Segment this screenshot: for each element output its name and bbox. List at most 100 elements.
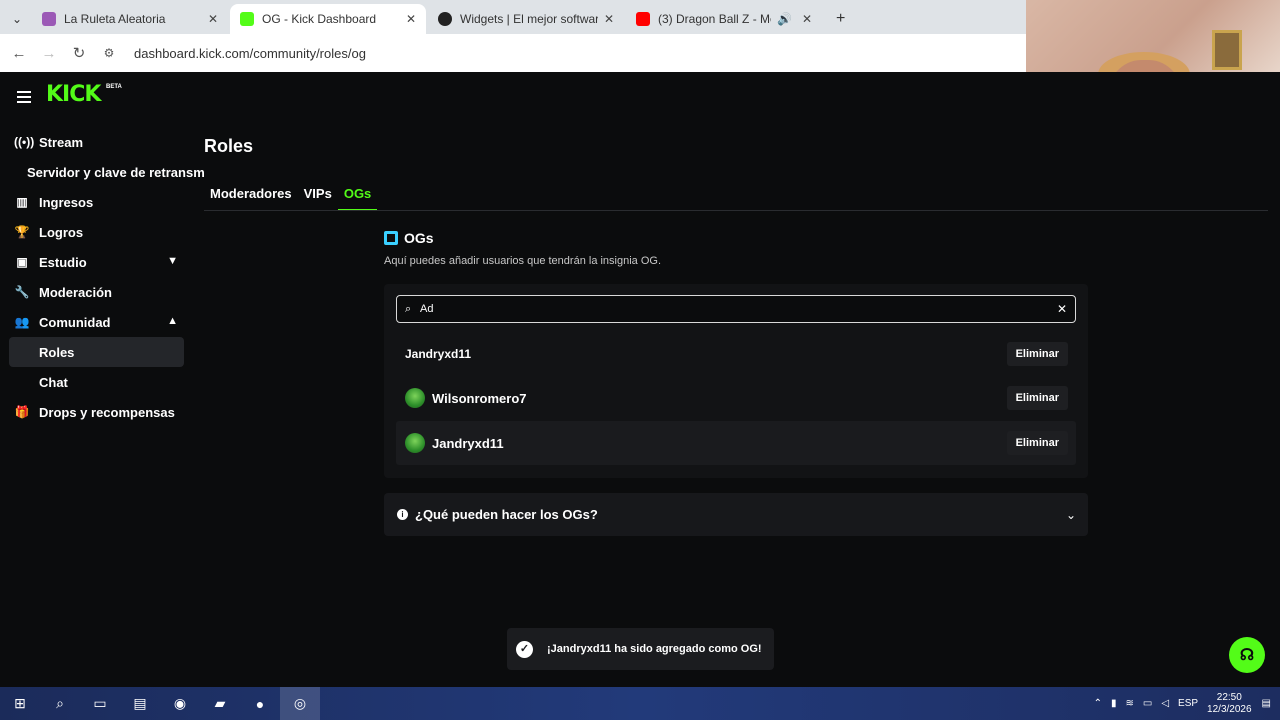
kick-logo[interactable]: KICK (46, 82, 101, 107)
sidebar-item-logros[interactable]: 🏆 Logros (0, 217, 200, 247)
close-icon[interactable]: ✕ (406, 12, 416, 26)
chrome-icon[interactable]: ◎ (280, 687, 320, 720)
search-input[interactable]: ⌕ Ad ✕ (396, 295, 1076, 323)
eliminar-button[interactable]: Eliminar (1006, 342, 1068, 366)
og-section-header: OGs (384, 230, 434, 246)
search-result-row[interactable]: Jandryxd11 Eliminar (396, 332, 1076, 376)
reload-icon[interactable]: ↻ (64, 44, 94, 62)
forward-arrow-icon[interactable]: → (34, 45, 64, 62)
obs-icon[interactable]: ● (240, 687, 280, 720)
tab-moderadores[interactable]: Moderadores (204, 182, 298, 211)
sidebar-item-label: Chat (39, 374, 68, 390)
language-indicator[interactable]: ESP (1178, 698, 1198, 709)
sidebar-item-estudio[interactable]: ▣ Estudio ▼ (0, 247, 200, 277)
folder-icon[interactable]: ▰ (200, 687, 240, 720)
page-title: Roles (204, 136, 254, 156)
tab-label: OG - Kick Dashboard (262, 12, 377, 26)
ruleta-favicon-icon (42, 12, 56, 26)
user-name: Wilsonromero7 (432, 390, 527, 406)
tab-list-button[interactable]: ⌄ (2, 4, 30, 34)
notifications-icon[interactable]: ▤ (1262, 698, 1271, 709)
eliminar-button[interactable]: Eliminar (1006, 386, 1068, 410)
site-info-icon[interactable]: ⚙ (94, 46, 124, 60)
sidebar-item-server-key[interactable]: Servidor y clave de retransm (0, 157, 205, 187)
clock[interactable]: 22:50 12/3/2026 (1207, 692, 1252, 716)
back-arrow-icon[interactable]: ← (4, 45, 34, 62)
og-section-title: OGs (404, 230, 434, 246)
broadcast-icon: ((•)) (14, 135, 35, 149)
gift-icon: 🎁 (14, 405, 30, 419)
clear-icon[interactable]: ✕ (1057, 302, 1067, 316)
sidebar-item-comunidad[interactable]: 👥 Comunidad ▲ (0, 307, 200, 337)
roles-tabs: Moderadores VIPs OGs (204, 182, 378, 211)
people-icon: 👥 (14, 315, 30, 329)
menu-icon[interactable] (17, 91, 31, 106)
battery-icon[interactable]: ▭ (1143, 698, 1152, 709)
studio-icon: ▣ (16, 255, 28, 269)
sidebar: ((•)) Stream Servidor y clave de retrans… (0, 127, 205, 427)
windows-start-icon[interactable]: ⊞ (0, 687, 40, 720)
close-icon[interactable]: ✕ (604, 12, 614, 26)
search-value[interactable]: Ad (420, 303, 1057, 315)
task-view-icon[interactable]: ▭ (80, 687, 120, 720)
tab-widgets[interactable]: Widgets | El mejor software para ✕ (428, 4, 624, 34)
system-tray: ⌃ ▮ ≋ ▭ ◁ ESP 22:50 12/3/2026 ▤ (1094, 687, 1280, 720)
beta-badge: BETA (106, 84, 122, 90)
sidebar-item-stream[interactable]: ((•)) Stream (0, 127, 200, 157)
faq-label: ¿Qué pueden hacer los OGs? (415, 507, 598, 522)
search-icon: ⌕ (405, 302, 412, 315)
browser-tab-bar: ⌄ La Ruleta Aleatoria ✕ OG - Kick Dashbo… (0, 0, 1026, 34)
chevron-up-icon: ▲ (167, 315, 178, 327)
tab-kick-dashboard[interactable]: OG - Kick Dashboard ✕ (230, 4, 426, 34)
og-user-row: Jandryxd11 Eliminar (396, 421, 1076, 465)
youtube-favicon-icon (636, 12, 650, 26)
tab-ruleta[interactable]: La Ruleta Aleatoria ✕ (32, 4, 228, 34)
help-chat-button[interactable]: ☊ (1229, 637, 1265, 673)
tab-ogs[interactable]: OGs (337, 182, 378, 211)
clock-time: 22:50 (1216, 691, 1242, 703)
url-field[interactable]: dashboard.kick.com/community/roles/og (134, 46, 366, 61)
sidebar-item-label: Ingresos (39, 194, 94, 210)
tab-label: Widgets | El mejor software para (460, 12, 598, 26)
widgets-favicon-icon (438, 12, 452, 26)
tab-label: (3) Dragon Ball Z - Mejor M (658, 12, 771, 26)
close-icon[interactable]: ✕ (802, 12, 812, 26)
volume-icon[interactable]: ◁ (1161, 698, 1169, 709)
avatar (405, 433, 425, 453)
toast-message: ¡Jandryxd11 ha sido agregado como OG! (547, 643, 762, 655)
eliminar-button[interactable]: Eliminar (1006, 431, 1068, 455)
discord-icon[interactable]: ◉ (160, 687, 200, 720)
chevron-down-icon: ⌄ (1065, 507, 1076, 522)
sidebar-item-moderacion[interactable]: 🔧 Moderación (0, 277, 200, 307)
wifi-icon[interactable]: ≋ (1125, 698, 1133, 709)
search-icon[interactable]: ⌕ (40, 687, 80, 720)
tray-chevron-icon[interactable]: ⌃ (1094, 698, 1102, 709)
success-toast: ✓ ¡Jandryxd11 ha sido agregado como OG! (507, 628, 774, 670)
sidebar-item-roles[interactable]: Roles (9, 337, 184, 367)
sidebar-item-drops[interactable]: 🎁 Drops y recompensas (0, 397, 200, 427)
tab-vips[interactable]: VIPs (298, 182, 338, 211)
tab-label: La Ruleta Aleatoria (64, 12, 166, 26)
speaker-icon[interactable]: 🔊 (777, 12, 792, 26)
user-name: Jandryxd11 (432, 435, 504, 451)
sidebar-item-label: Moderación (39, 284, 112, 300)
og-faq-accordion[interactable]: i ¿Qué pueden hacer los OGs? ⌄ (384, 493, 1088, 536)
wall-portrait (1212, 30, 1242, 70)
check-icon: ✓ (516, 640, 533, 658)
clock-date: 12/3/2026 (1207, 703, 1252, 715)
headset-icon: ☊ (1239, 647, 1255, 664)
sidebar-item-chat[interactable]: Chat (0, 367, 200, 397)
tabs-divider (204, 210, 1268, 211)
tab-dragon-ball[interactable]: (3) Dragon Ball Z - Mejor M 🔊 ✕ (626, 4, 822, 34)
store-icon[interactable]: ▤ (120, 687, 160, 720)
sidebar-item-label: Stream (39, 134, 84, 150)
sidebar-item-label: Logros (39, 224, 84, 240)
trophy-icon: 🏆 (14, 225, 30, 239)
close-icon[interactable]: ✕ (208, 12, 218, 26)
sidebar-item-label: Comunidad (39, 314, 111, 330)
plus-icon: + (836, 10, 846, 27)
kick-favicon-icon (240, 12, 254, 26)
mic-icon[interactable]: ▮ (1111, 698, 1117, 709)
sidebar-item-ingresos[interactable]: ▥ Ingresos (0, 187, 200, 217)
new-tab-button[interactable]: + (826, 4, 854, 34)
